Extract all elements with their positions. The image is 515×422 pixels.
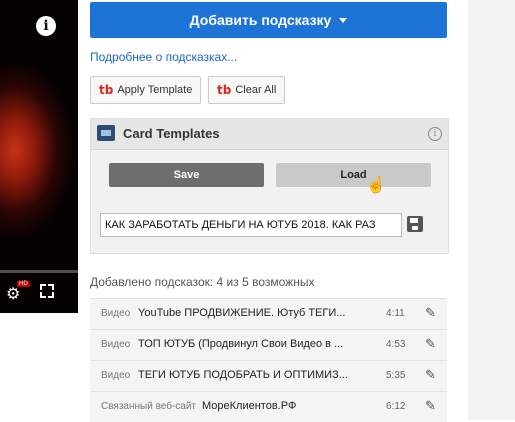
card-row[interactable]: Видео ТОП ЮТУБ (Продвинул Свои Видео в .… <box>90 329 447 360</box>
pencil-icon[interactable]: ✎ <box>425 398 436 414</box>
progress-bar[interactable] <box>0 270 78 273</box>
card-time: 5:35 <box>386 370 406 381</box>
pencil-icon[interactable]: ✎ <box>425 305 436 321</box>
hand-cursor-icon: ☝ <box>366 177 386 194</box>
card-title: ТОП ЮТУБ (Продвинул Свои Видео в ... <box>138 338 344 350</box>
card-templates-icon <box>97 125 115 141</box>
fullscreen-icon[interactable] <box>40 284 54 298</box>
info-icon[interactable]: i <box>428 127 442 141</box>
pencil-icon[interactable]: ✎ <box>425 367 436 383</box>
card-time: 4:11 <box>386 308 405 319</box>
video-player[interactable]: i ⚙ HD <box>0 0 78 313</box>
info-icon[interactable]: i <box>36 16 56 36</box>
clear-all-label: Clear All <box>235 84 277 96</box>
cards-count-text: Добавлено подсказок: 4 из 5 возможных <box>90 275 315 289</box>
floppy-save-icon[interactable] <box>407 216 423 232</box>
add-card-label: Добавить подсказку <box>189 12 332 28</box>
card-row[interactable]: Связанный веб-сайт МореКлиентов.РФ 6:12 … <box>90 391 447 422</box>
tubebuddy-icon: tb <box>217 83 232 97</box>
card-title: YouTube ПРОДВИЖЕНИЕ. Ютуб ТЕГИ... <box>138 307 346 319</box>
card-type: Связанный веб-сайт <box>101 401 197 412</box>
card-templates-box: Card Templates i Save Load ☝ КАК ЗАРАБОТ… <box>90 118 449 254</box>
caret-down-icon <box>339 17 348 23</box>
apply-template-button[interactable]: tb Apply Template <box>90 76 202 104</box>
card-templates-header: Card Templates i <box>91 119 448 150</box>
load-template-button[interactable]: Load <box>276 163 431 187</box>
card-type: Видео <box>101 339 131 350</box>
clear-all-button[interactable]: tb Clear All <box>208 76 286 104</box>
card-row[interactable]: Видео YouTube ПРОДВИЖЕНИЕ. Ютуб ТЕГИ... … <box>90 298 447 329</box>
card-time: 6:12 <box>386 401 406 412</box>
save-template-button[interactable]: Save <box>109 163 264 187</box>
card-title: МореКлиентов.РФ <box>202 400 297 412</box>
gear-icon[interactable]: ⚙ <box>6 284 20 304</box>
tubebuddy-icon: tb <box>99 83 114 97</box>
card-title: ТЕГИ ЮТУБ ПОДОБРАТЬ И ОПТИМИЗ... <box>138 369 348 381</box>
add-card-button[interactable]: Добавить подсказку <box>90 2 447 38</box>
apply-template-label: Apply Template <box>117 84 193 96</box>
card-type: Видео <box>101 308 131 319</box>
card-templates-title: Card Templates <box>123 126 220 141</box>
learn-more-link[interactable]: Подробнее о подсказках... <box>90 50 237 64</box>
right-sidebar-background <box>468 0 515 420</box>
card-row[interactable]: Видео ТЕГИ ЮТУБ ПОДОБРАТЬ И ОПТИМИЗ... 5… <box>90 360 447 391</box>
template-name-input[interactable]: КАК ЗАРАБОТАТЬ ДЕНЬГИ НА ЮТУБ 2018. КАК … <box>100 213 402 237</box>
hd-badge: HD <box>17 281 30 287</box>
cards-list: Видео YouTube ПРОДВИЖЕНИЕ. Ютуб ТЕГИ... … <box>90 298 447 422</box>
card-time: 4:53 <box>386 339 406 350</box>
cards-panel: Добавить подсказку Подробнее о подсказка… <box>90 0 449 422</box>
card-type: Видео <box>101 370 131 381</box>
pencil-icon[interactable]: ✎ <box>425 336 436 352</box>
